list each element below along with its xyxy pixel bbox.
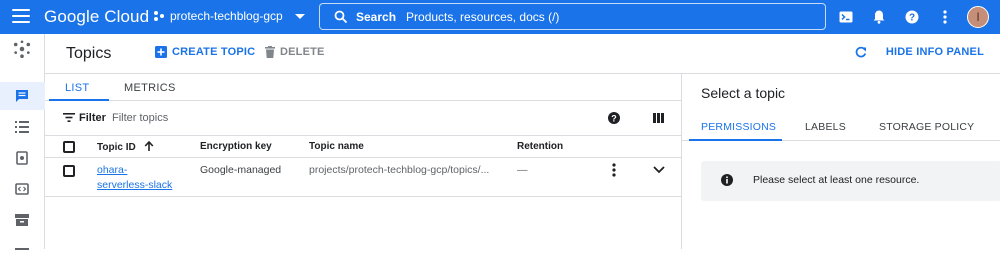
encryption-key-cell: Google-managed: [200, 164, 282, 176]
tab-storage-policy[interactable]: STORAGE POLICY: [879, 121, 974, 133]
tab-list[interactable]: LIST: [65, 82, 89, 94]
lite-topics-icon[interactable]: [13, 211, 31, 229]
menu-icon[interactable]: [12, 9, 30, 25]
info-panel-tabs: PERMISSIONS LABELS STORAGE POLICY: [682, 113, 1000, 141]
tab-metrics[interactable]: METRICS: [124, 82, 176, 94]
snapshots-icon[interactable]: [13, 149, 31, 167]
row-checkbox[interactable]: [63, 165, 75, 177]
topic-name-cell: projects/protech-techblog-gcp/topics/...: [309, 164, 490, 176]
info-notice: Please select at least one resource.: [701, 161, 1000, 201]
tab-labels[interactable]: LABELS: [805, 121, 846, 133]
hide-info-panel-button[interactable]: HIDE INFO PANEL: [855, 46, 984, 58]
hide-info-panel-label: HIDE INFO PANEL: [885, 46, 984, 58]
filter-bar: Filter Filter topics ?: [45, 101, 681, 136]
info-icon: [721, 174, 733, 186]
column-header-topic-id[interactable]: Topic ID: [97, 140, 154, 153]
add-box-icon: [155, 46, 167, 58]
delete-button[interactable]: DELETE: [265, 46, 325, 58]
column-header-retention: Retention: [517, 141, 564, 152]
subscriptions-icon[interactable]: [13, 118, 31, 136]
table-row: ohara- serverless-slack Google-managed p…: [45, 158, 681, 197]
svg-text:?: ?: [611, 113, 617, 123]
tab-permissions[interactable]: PERMISSIONS: [701, 121, 776, 133]
row-actions-icon[interactable]: [612, 163, 616, 177]
left-nav-rail: [0, 34, 45, 250]
refresh-icon: [855, 46, 866, 58]
retention-cell: —: [517, 164, 528, 176]
page-header: Topics CREATE TOPIC DELETE HIDE INFO PAN…: [45, 34, 1000, 74]
schemas-icon[interactable]: [13, 180, 31, 198]
avatar[interactable]: I: [967, 6, 989, 28]
filter-icon: [63, 113, 75, 122]
info-notice-text: Please select at least one resource.: [753, 174, 920, 186]
search-label: Search: [356, 9, 397, 24]
view-tabs: LIST METRICS: [45, 74, 681, 101]
help-icon[interactable]: ?: [608, 112, 620, 124]
trash-icon: [265, 46, 275, 58]
more-vert-icon[interactable]: [928, 0, 961, 34]
search-icon: [334, 10, 348, 23]
info-panel: Select a topic PERMISSIONS LABELS STORAG…: [681, 74, 1000, 249]
column-display-icon[interactable]: [653, 113, 664, 123]
chevron-down-icon: [294, 13, 305, 19]
filter-label: Filter: [79, 112, 106, 124]
more-nav-icon[interactable]: [13, 240, 31, 258]
pubsub-logo-icon[interactable]: [13, 40, 31, 58]
expand-row-chevron-icon[interactable]: [653, 166, 665, 174]
google-cloud-logo[interactable]: Google Cloud: [44, 7, 149, 27]
project-name: protech-techblog-gcp: [170, 9, 283, 23]
column-header-encryption: Encryption key: [200, 141, 272, 152]
project-icon: [154, 11, 164, 21]
notifications-icon[interactable]: [862, 0, 895, 34]
search-bar[interactable]: Search Products, resources, docs (/): [319, 3, 826, 30]
info-panel-title: Select a topic: [701, 85, 786, 101]
help-icon[interactable]: ?: [895, 0, 928, 34]
create-topic-button[interactable]: CREATE TOPIC: [155, 46, 255, 58]
topics-icon[interactable]: [13, 87, 31, 105]
top-app-bar: Google Cloud protech-techblog-gcp Search…: [0, 0, 1000, 34]
sort-arrow-up-icon: [145, 140, 154, 151]
table-header: Topic ID Encryption key Topic name Reten…: [45, 136, 681, 158]
topic-id-link[interactable]: ohara- serverless-slack: [97, 163, 172, 193]
cloud-shell-icon[interactable]: [829, 0, 862, 34]
delete-label: DELETE: [280, 46, 325, 58]
select-all-checkbox[interactable]: [63, 141, 75, 153]
page-title: Topics: [66, 45, 112, 62]
column-header-topic-name: Topic name: [309, 141, 364, 152]
filter-input[interactable]: Filter topics: [112, 112, 168, 124]
create-topic-label: CREATE TOPIC: [172, 46, 256, 58]
svg-text:?: ?: [908, 13, 914, 24]
active-tab-indicator: [689, 139, 782, 141]
search-placeholder: Products, resources, docs (/): [406, 9, 560, 24]
project-selector[interactable]: protech-techblog-gcp: [154, 9, 305, 23]
